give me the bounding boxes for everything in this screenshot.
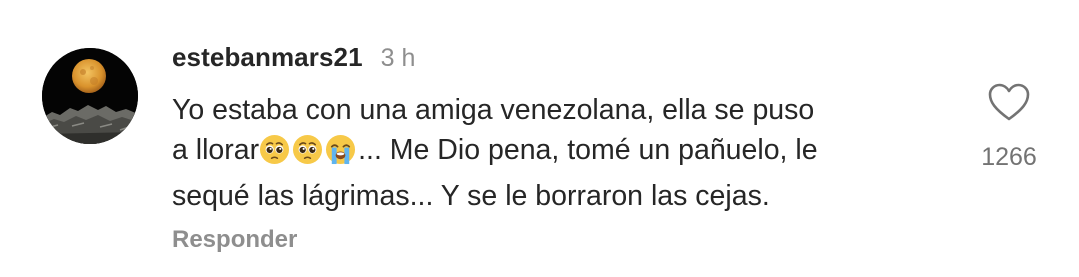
timestamp: 3 h xyxy=(380,44,416,72)
heart-outline-icon[interactable] xyxy=(987,82,1031,122)
username-link[interactable]: estebanmars21 xyxy=(172,42,363,73)
comment-text: Yo estaba con una amiga venezolana, ella… xyxy=(172,90,952,216)
like-column: 1266 xyxy=(970,82,1048,172)
moon-mountain-avatar-image xyxy=(42,48,138,144)
loudly-crying-face-emoji xyxy=(325,134,356,165)
like-count: 1266 xyxy=(981,143,1037,171)
avatar[interactable] xyxy=(42,48,138,144)
comment-text-line1: Yo estaba con una amiga venezolana, ella… xyxy=(172,94,815,126)
comment-item: estebanmars21 3 h Yo estaba con una amig… xyxy=(0,0,1079,277)
pleading-face-emoji xyxy=(259,134,290,165)
reply-button[interactable]: Responder xyxy=(172,226,297,254)
comment-text-line2-start: a llorar xyxy=(172,134,260,166)
comment-text-line2-end: ... Me Dio pena, tomé un pañuelo, le xyxy=(358,134,818,166)
comment-header: estebanmars21 3 h xyxy=(172,42,415,76)
emoji-group xyxy=(259,134,358,176)
pleading-face-emoji xyxy=(292,134,323,165)
comment-text-line3: sequé las lágrimas... Y se le borraron l… xyxy=(172,180,770,212)
